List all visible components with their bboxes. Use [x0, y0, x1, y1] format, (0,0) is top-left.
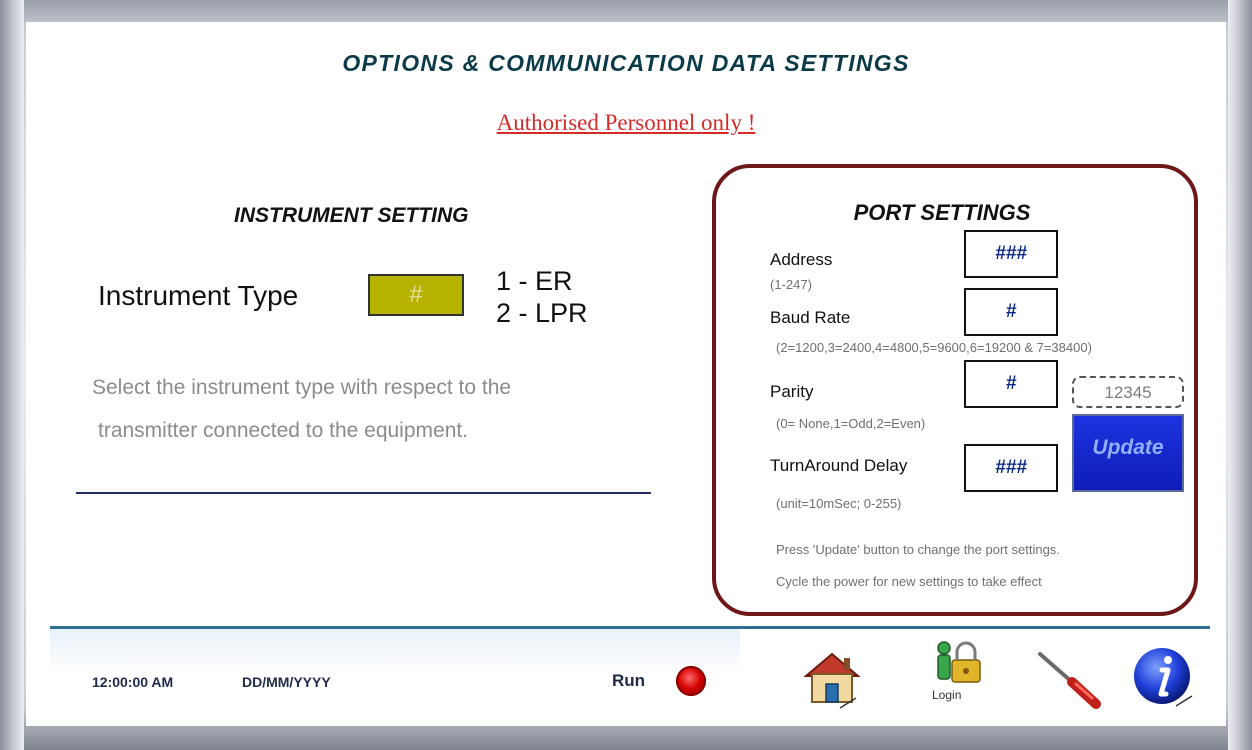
login-icon [937, 641, 981, 683]
settings-panel: OPTIONS & COMMUNICATION DATA SETTINGS Au… [26, 22, 1226, 726]
instrument-setting-title: INSTRUMENT SETTING [234, 204, 469, 227]
info-button[interactable] [1132, 644, 1196, 710]
parity-input[interactable]: # [964, 360, 1058, 408]
address-hint: (1-247) [770, 277, 812, 292]
authorised-warning: Authorised Personnel only ! [26, 110, 1226, 136]
turnaround-delay-label: TurnAround Delay [770, 456, 908, 475]
baud-rate-hint: (2=1200,3=2400,4=4800,5=9600,6=19200 & 7… [776, 340, 1092, 355]
instrument-description-line-1: Select the instrument type with respect … [92, 376, 512, 399]
turnaround-delay-input[interactable]: ### [964, 444, 1058, 492]
info-icon [1134, 648, 1193, 707]
run-status-led [676, 666, 706, 696]
footer-strip [50, 629, 740, 705]
frame-left [0, 0, 24, 750]
update-button[interactable]: Update [1072, 414, 1184, 492]
frame-right [1228, 0, 1252, 750]
section-divider [76, 492, 651, 494]
home-button[interactable] [796, 646, 868, 710]
instrument-option-er: 1 - ER [496, 266, 573, 296]
baud-rate-input[interactable]: # [964, 288, 1058, 336]
clock-date: DD/MM/YYYY [242, 674, 331, 690]
update-note: Press 'Update' button to change the port… [776, 542, 1060, 557]
home-icon [803, 652, 861, 709]
instrument-type-input[interactable]: # [368, 274, 464, 316]
turnaround-delay-hint: (unit=10mSec; 0-255) [776, 496, 902, 511]
port-settings-title: PORT SETTINGS [853, 200, 1031, 225]
address-input[interactable]: ### [964, 230, 1058, 278]
tools-button[interactable] [1030, 648, 1106, 710]
clock-time: 12:00:00 AM [92, 674, 174, 690]
instrument-option-lpr: 2 - LPR [496, 298, 588, 328]
power-cycle-note: Cycle the power for new settings to take… [776, 574, 1042, 589]
address-label: Address [770, 250, 833, 269]
parity-hint: (0= None,1=Odd,2=Even) [776, 416, 926, 431]
login-button[interactable]: Login [930, 640, 988, 710]
run-label: Run [612, 671, 646, 690]
password-field[interactable]: 12345 [1072, 376, 1184, 408]
page-title: OPTIONS & COMMUNICATION DATA SETTINGS [342, 50, 910, 76]
authorised-warning-text: Authorised Personnel only ! [496, 110, 756, 135]
instrument-type-label: Instrument Type [98, 280, 299, 311]
baud-rate-label: Baud Rate [770, 308, 851, 327]
screwdriver-icon [1038, 652, 1101, 709]
login-label: Login [932, 688, 962, 702]
instrument-description-line-2: transmitter connected to the equipment. [98, 419, 469, 442]
parity-label: Parity [770, 382, 814, 401]
